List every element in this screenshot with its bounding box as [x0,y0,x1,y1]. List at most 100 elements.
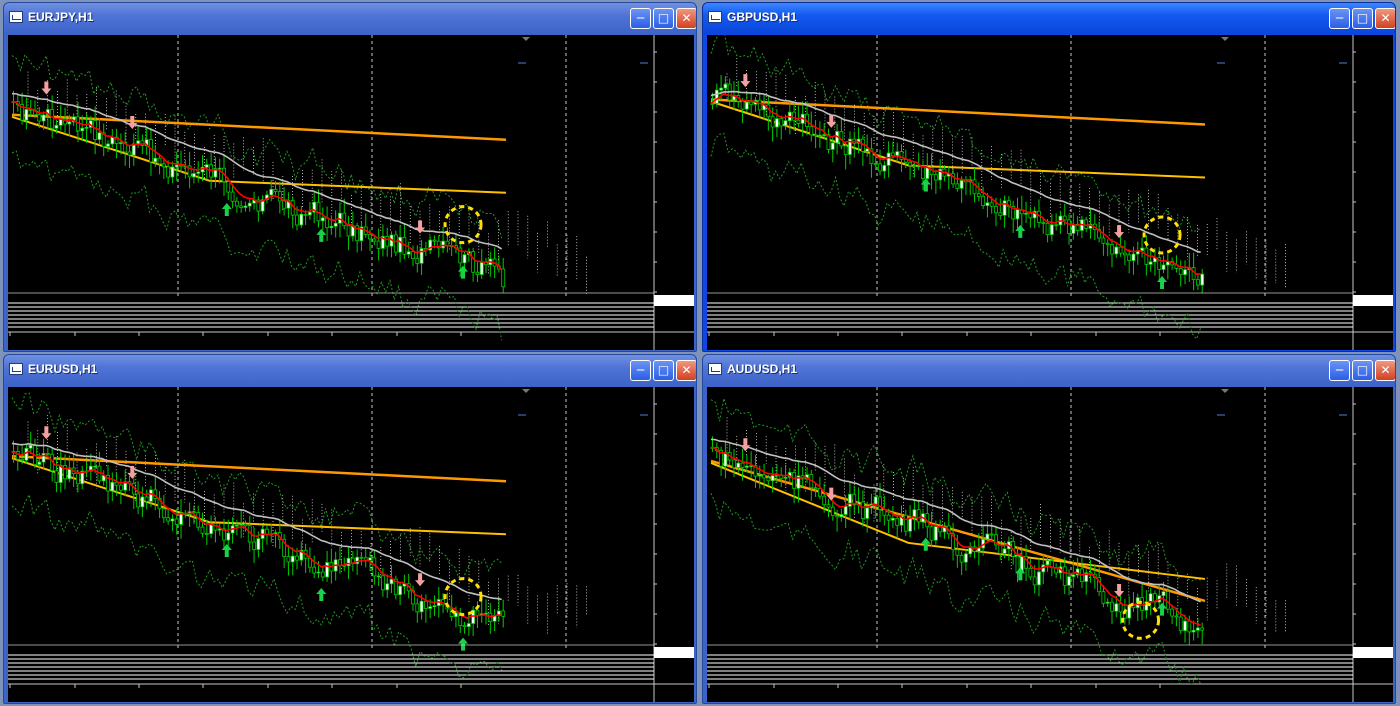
candle-body [20,458,24,461]
candle-body [192,511,196,514]
candle-body [775,118,779,128]
candle-body [329,225,334,229]
candle-body [41,452,46,463]
candle-body [54,124,59,129]
minimize-button[interactable]: ─ [1329,360,1350,381]
candle-body [471,251,476,273]
window-title-bar[interactable]: GBPUSD,H1 ─ □ ✕ [703,3,1395,34]
candle-body [239,523,244,526]
candle-body [441,240,445,249]
candle-body [1045,222,1050,236]
candle-body [1161,591,1166,597]
close-button[interactable]: ✕ [1375,8,1395,29]
candle-body [964,180,968,183]
minimize-button[interactable]: ─ [1329,8,1350,29]
candle-body [762,474,766,479]
candle-body [106,143,110,147]
maximize-button[interactable]: □ [1352,8,1373,29]
chart-window-eurusd[interactable]: EURUSD,H1 ─ □ ✕ [3,354,697,704]
chart-window-gbpusd[interactable]: GBPUSD,H1 ─ □ ✕ [702,2,1396,352]
candle-body [226,532,231,541]
candle-body [84,127,89,129]
candle-body [239,205,244,208]
candle-body [247,202,252,207]
current-price-tag [654,295,694,306]
maximize-button[interactable]: □ [653,8,674,29]
candle-body [484,612,488,615]
candle-body [783,120,788,127]
candle-body [230,191,235,202]
candle-body [312,566,317,574]
candle-body [269,188,274,196]
candle-body [891,517,895,521]
close-button[interactable]: ✕ [676,8,696,29]
price-chart[interactable] [8,35,694,350]
candle-body [1140,597,1144,611]
candle-body [1161,264,1166,270]
chart-window-icon [9,363,23,375]
candle-body [320,571,325,578]
candle-body [166,517,171,522]
close-button[interactable]: ✕ [1375,360,1395,381]
candle-body [157,157,162,165]
candle-body [50,109,55,129]
window-title: EURUSD,H1 [28,362,98,376]
candle-body [878,163,882,172]
maximize-button[interactable]: □ [653,360,674,381]
window-title-bar[interactable]: EURUSD,H1 ─ □ ✕ [4,355,696,386]
candle-body [1101,237,1106,244]
candle-body [234,200,239,207]
candle-body [93,465,98,468]
candle-body [1127,254,1132,261]
candle-body [200,526,205,534]
window-title-bar[interactable]: EURJPY,H1 ─ □ ✕ [4,3,696,34]
candle-body [432,605,437,608]
candle-body [903,514,908,532]
candle-body [462,254,467,264]
price-chart[interactable] [707,35,1393,350]
candle-body [346,557,351,567]
chart-window-eurjpy[interactable]: EURJPY,H1 ─ □ ✕ [3,2,697,352]
candle-body [1178,268,1183,275]
candle-body [325,562,329,578]
candle-body [1187,620,1192,633]
candle-body [1049,224,1054,236]
candle-body [256,538,261,550]
candle-body [1054,224,1059,227]
candle-body [822,134,827,136]
candle-body [385,236,390,247]
chart-canvas [8,35,694,350]
window-title: EURJPY,H1 [28,10,94,24]
price-chart[interactable] [8,387,694,702]
candle-body [338,559,342,566]
candle-body [174,164,179,168]
candle-body [376,575,381,578]
candle-body [179,512,183,525]
candle-body [1114,603,1119,612]
candle-body [488,612,493,622]
chart-window-audusd[interactable]: AUDUSD,H1 ─ □ ✕ [702,354,1396,704]
candle-body [792,472,797,489]
candle-body [989,533,994,536]
candle-body [93,120,98,140]
candle-body [843,145,848,155]
candle-body [873,496,878,505]
candle-body [895,151,900,157]
close-button[interactable]: ✕ [676,360,696,381]
candle-body [1028,212,1033,219]
minimize-button[interactable]: ─ [630,8,651,29]
candle-body [1110,601,1114,612]
price-chart[interactable] [707,387,1393,702]
candle-body [796,119,801,124]
maximize-button[interactable]: □ [1352,360,1373,381]
candle-body [282,200,287,209]
candle-body [976,193,981,197]
candle-body [204,164,209,168]
candle-body [744,101,749,110]
minimize-button[interactable]: ─ [630,360,651,381]
window-title-bar[interactable]: AUDUSD,H1 ─ □ ✕ [703,355,1395,386]
current-price-tag [654,647,694,658]
current-price-tag [1353,295,1393,306]
chart-canvas [707,35,1393,350]
candle-body [411,251,415,259]
